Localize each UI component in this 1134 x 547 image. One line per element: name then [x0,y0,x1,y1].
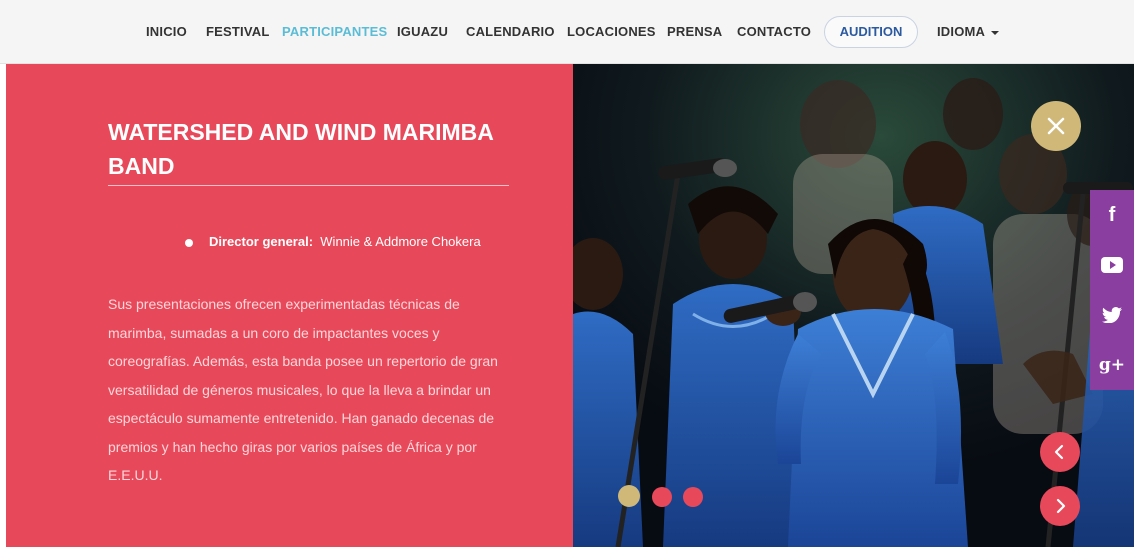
director-line: Director general: Winnie & Addmore Choke… [185,234,481,249]
youtube-icon[interactable] [1090,245,1134,285]
twitter-icon[interactable] [1090,295,1134,335]
language-dropdown-label: IDIOMA [937,24,986,39]
nav-item-participantes[interactable]: PARTICIPANTES [282,24,387,39]
carousel-dot-1[interactable] [618,485,640,507]
close-button[interactable] [1031,101,1081,151]
youtube-glyph [1101,257,1123,273]
language-dropdown[interactable]: IDIOMA [937,24,1000,39]
chevron-left-icon [1054,444,1064,460]
nav-item-locaciones[interactable]: LOCACIONES [567,24,656,39]
director-value: Winnie & Addmore Chokera [320,234,481,249]
director-label: Director general: [209,234,314,249]
nav-item-inicio[interactable]: INICIO [146,24,187,39]
participant-description: Sus presentaciones ofrecen experimentada… [108,296,498,483]
bullet-icon [185,238,193,247]
next-slide-button[interactable] [1040,486,1080,526]
nav-item-iguazu[interactable]: IGUAZU [397,24,448,39]
top-navigation: INICIO FESTIVAL PARTICIPANTES IGUAZU CAL… [0,0,1134,64]
audition-button[interactable]: AUDITION [824,16,918,48]
title-divider [108,185,509,186]
google-plus-glyph: g+ [1098,355,1126,375]
nav-item-contacto[interactable]: CONTACTO [737,24,811,39]
previous-slide-button[interactable] [1040,432,1080,472]
nav-item-prensa[interactable]: PRENSA [667,24,722,39]
carousel-dot-2[interactable] [652,487,672,507]
google-plus-icon[interactable]: g+ [1090,345,1134,385]
audition-button-label: AUDITION [839,24,903,39]
social-share-bar: f g+ [1090,190,1134,390]
chevron-right-icon [1056,498,1066,514]
facebook-glyph: f [1108,203,1116,226]
nav-item-festival[interactable]: FESTIVAL [206,24,269,39]
caret-down-icon [991,30,1000,35]
participant-title: WATERSHED AND WIND MARIMBA BAND [108,119,494,179]
facebook-icon[interactable]: f [1090,195,1134,235]
close-icon [1047,117,1065,135]
nav-item-calendario[interactable]: CALENDARIO [466,24,555,39]
twitter-glyph [1102,307,1122,323]
carousel-dot-3[interactable] [683,487,703,507]
